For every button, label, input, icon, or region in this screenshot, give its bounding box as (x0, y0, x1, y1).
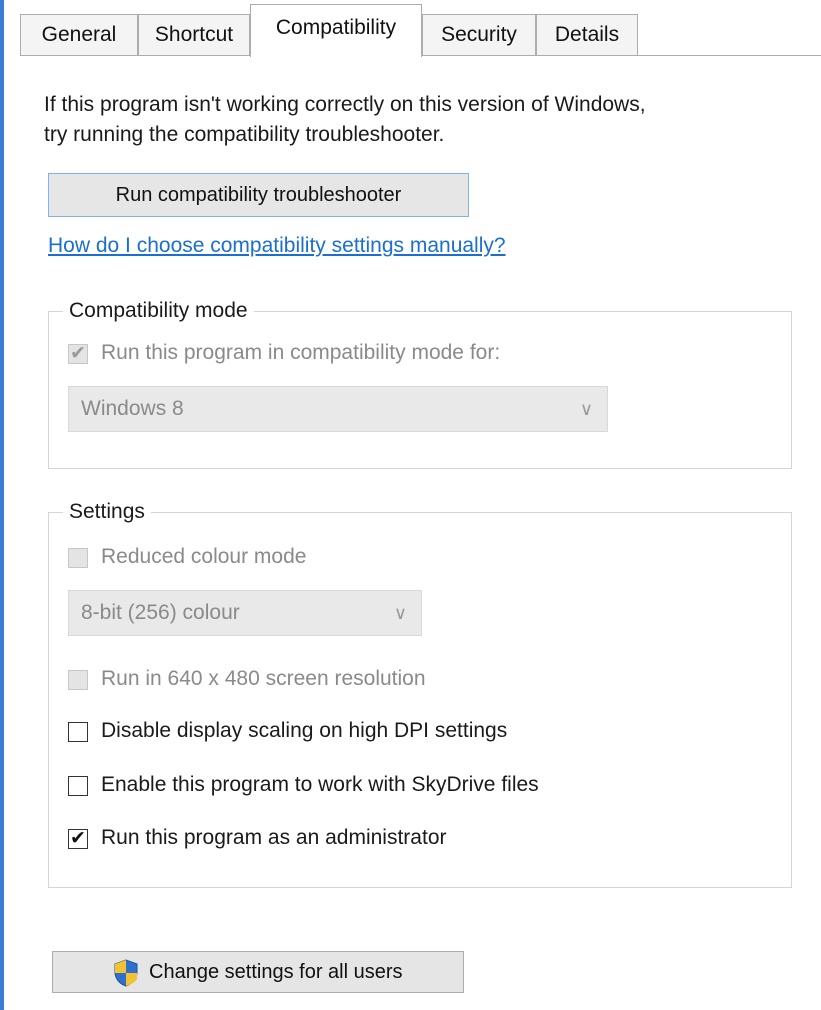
reduced-colour-label: Reduced colour mode (101, 545, 307, 568)
colour-depth-value: 8-bit (256) colour (81, 601, 240, 624)
colour-depth-dropdown[interactable]: 8-bit (256) colour ∨ (68, 590, 422, 636)
tab-shortcut[interactable]: Shortcut (138, 14, 250, 55)
compat-mode-checkbox[interactable]: ✔ (68, 344, 88, 364)
tab-compatibility[interactable]: Compatibility (250, 4, 422, 57)
check-icon: ✔ (70, 828, 86, 849)
run-as-admin-checkbox[interactable]: ✔ (68, 829, 88, 849)
os-version-dropdown[interactable]: Windows 8 ∨ (68, 386, 608, 432)
reduced-colour-checkbox[interactable] (68, 548, 88, 568)
compatibility-panel: If this program isn't working correctly … (20, 56, 821, 1010)
tab-security[interactable]: Security (422, 14, 536, 55)
settings-group: Settings Reduced colour mode 8-bit (256)… (48, 499, 792, 888)
compatibility-mode-group: Compatibility mode ✔ Run this program in… (48, 298, 792, 469)
skydrive-label: Enable this program to work with SkyDriv… (101, 773, 539, 796)
settings-legend: Settings (63, 499, 151, 525)
os-version-value: Windows 8 (81, 397, 184, 420)
check-icon: ✔ (70, 343, 86, 364)
compat-mode-label: Run this program in compatibility mode f… (101, 341, 501, 364)
resolution-640-label: Run in 640 x 480 screen resolution (101, 667, 426, 690)
change-settings-all-users-button[interactable]: Change settings for all users (52, 951, 464, 993)
change-settings-label: Change settings for all users (149, 961, 403, 983)
chevron-down-icon: ∨ (579, 399, 593, 419)
uac-shield-icon (114, 959, 138, 987)
dpi-scaling-checkbox[interactable] (68, 722, 88, 742)
compatibility-mode-legend: Compatibility mode (63, 298, 254, 324)
chevron-down-icon: ∨ (393, 603, 407, 623)
run-as-admin-label: Run this program as an administrator (101, 826, 447, 849)
resolution-640-checkbox[interactable] (68, 670, 88, 690)
help-link[interactable]: How do I choose compatibility settings m… (48, 234, 506, 258)
tab-strip: General Shortcut Compatibility Security … (20, 0, 821, 57)
run-troubleshooter-button[interactable]: Run compatibility troubleshooter (48, 173, 469, 217)
description-text: If this program isn't working correctly … (44, 93, 646, 146)
skydrive-checkbox[interactable] (68, 776, 88, 796)
tab-details[interactable]: Details (536, 14, 638, 55)
dpi-scaling-label: Disable display scaling on high DPI sett… (101, 719, 508, 742)
tab-general[interactable]: General (20, 14, 138, 55)
window-edge (0, 0, 4, 1010)
